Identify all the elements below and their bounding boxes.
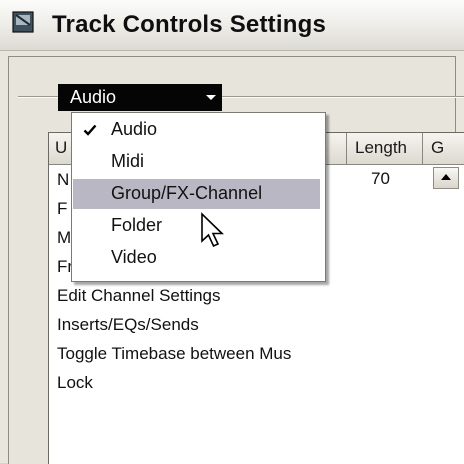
list-item[interactable]: Lock xyxy=(57,373,93,393)
app-icon xyxy=(12,11,34,33)
track-type-dropdown[interactable]: Audio xyxy=(58,84,222,111)
menu-item-video[interactable]: Video xyxy=(73,243,320,273)
menu-item-audio[interactable]: Audio xyxy=(73,115,320,145)
column-header-group[interactable]: G xyxy=(423,133,464,164)
list-item[interactable]: F xyxy=(57,199,67,219)
column-header-length[interactable]: Length xyxy=(347,133,423,164)
menu-item-label: Audio xyxy=(111,119,158,139)
checkmark-icon xyxy=(83,124,97,136)
menu-item-group-fx-channel[interactable]: Group/FX-Channel xyxy=(73,179,320,209)
menu-item-midi[interactable]: Midi xyxy=(73,147,320,177)
settings-window: Track Controls Settings Audio U Length G… xyxy=(0,0,464,464)
menu-item-label: Midi xyxy=(111,151,145,171)
menu-item-label: Video xyxy=(111,247,157,267)
scroll-up-button[interactable] xyxy=(433,167,459,189)
length-value: 70 xyxy=(371,169,390,188)
menu-item-label: Group/FX-Channel xyxy=(111,183,263,203)
menu-item-label: Folder xyxy=(111,215,163,235)
menu-item-folder[interactable]: Folder xyxy=(73,211,320,241)
list-item[interactable]: Toggle Timebase between Mus xyxy=(57,344,291,364)
mouse-pointer-icon xyxy=(201,212,224,248)
track-type-menu: Audio Midi Group/FX-Channel Folder Video xyxy=(71,112,326,282)
chevron-down-icon[interactable] xyxy=(206,95,216,100)
list-item[interactable]: N xyxy=(57,170,69,190)
track-type-value: Audio xyxy=(70,87,117,107)
list-item[interactable]: Inserts/EQs/Sends xyxy=(57,315,199,335)
arrow-up-icon xyxy=(441,174,451,180)
window-title: Track Controls Settings xyxy=(52,11,326,38)
title-bar[interactable]: Track Controls Settings xyxy=(0,0,464,51)
list-item[interactable]: M xyxy=(57,228,71,248)
list-item[interactable]: Edit Channel Settings xyxy=(57,286,221,306)
